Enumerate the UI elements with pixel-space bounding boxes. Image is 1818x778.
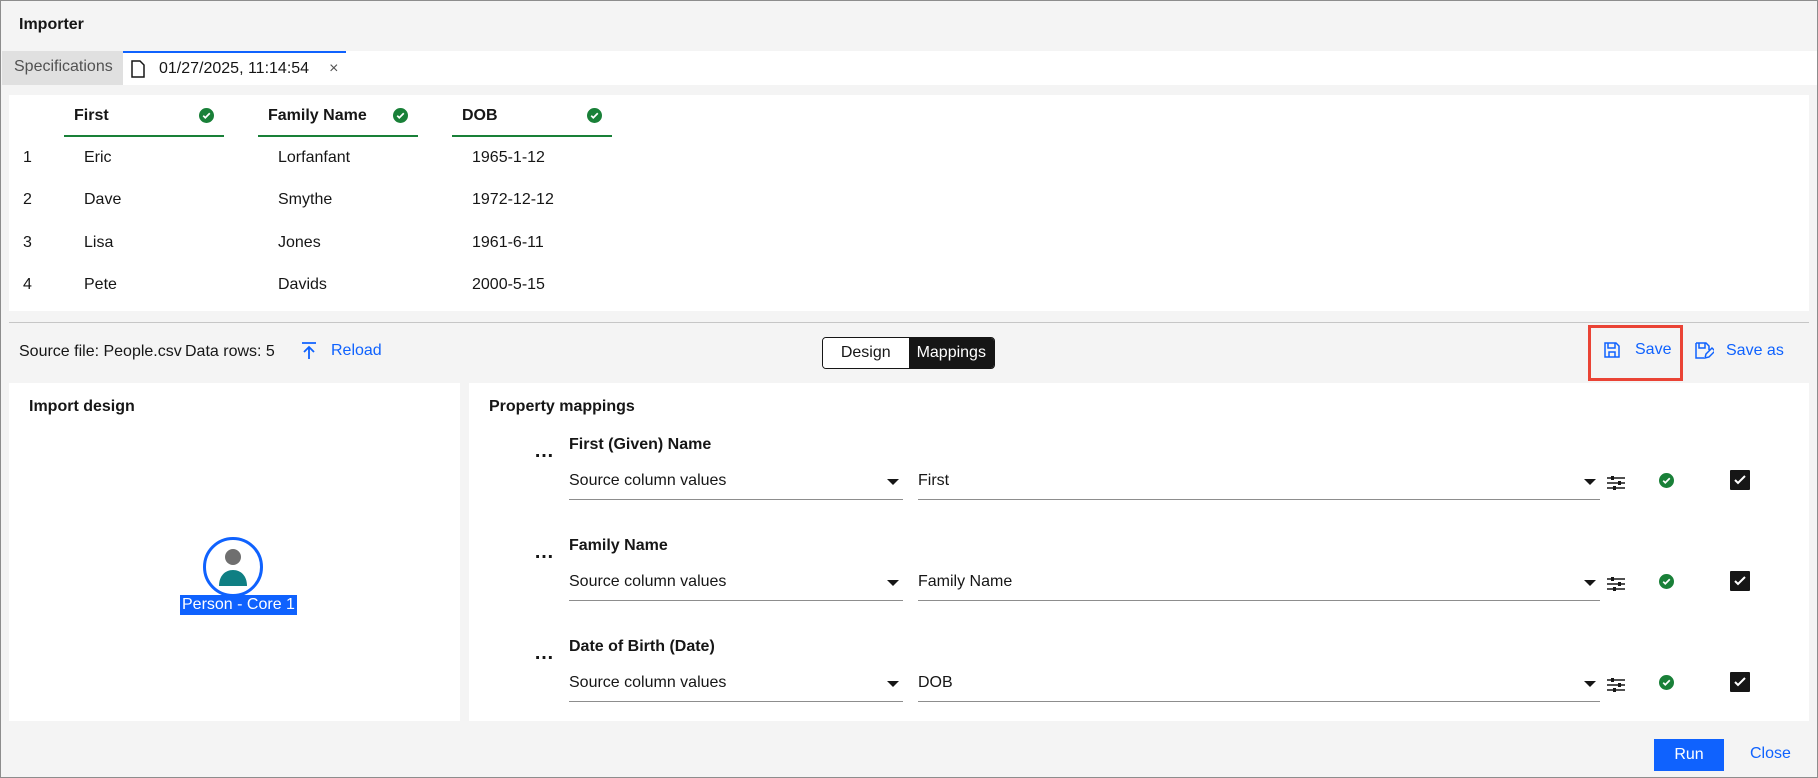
window-title: Importer [19, 16, 84, 33]
cell-first: Pete [84, 276, 117, 293]
more-options-icon[interactable]: … [534, 642, 555, 665]
document-icon [131, 60, 145, 78]
data-rows-text: Data rows: 5 [185, 343, 275, 360]
row-number: 4 [23, 276, 32, 293]
mapping-first-given-name: … First (Given) Name Source column value… [469, 436, 1809, 532]
source-type-value: Source column values [569, 572, 727, 590]
source-column-select[interactable]: Family Name [918, 563, 1600, 601]
chevron-down-icon [887, 681, 899, 687]
source-column-select[interactable]: First [918, 462, 1600, 500]
section-divider [9, 322, 1809, 323]
mapping-family-name: … Family Name Source column values Famil… [469, 537, 1809, 633]
chevron-down-icon [1584, 580, 1596, 586]
chevron-down-icon [887, 580, 899, 586]
view-toggle: Design Mappings [822, 337, 995, 369]
check-circle-icon [1659, 473, 1674, 488]
sliders-icon[interactable] [1607, 476, 1625, 490]
column-header-label: DOB [462, 107, 498, 124]
close-button[interactable]: Close [1750, 745, 1791, 763]
source-column-value: Family Name [918, 572, 1013, 590]
mappings-toggle-button[interactable]: Mappings [908, 338, 994, 368]
import-design-panel: Import design Person - Core 1 [9, 383, 460, 721]
source-type-select[interactable]: Source column values [569, 563, 903, 601]
checkmark-icon [1734, 576, 1746, 586]
data-preview-table: First Family Name DOB 1 Eric Lorfanfant … [9, 95, 1809, 311]
chevron-down-icon [1584, 479, 1596, 485]
mapping-date-of-birth: … Date of Birth (Date) Source column val… [469, 638, 1809, 734]
cell-first: Lisa [84, 234, 114, 251]
cell-family-name: Smythe [278, 191, 333, 208]
reload-label: Reload [331, 342, 382, 359]
source-column-value: First [918, 471, 950, 489]
run-button[interactable]: Run [1654, 739, 1724, 771]
sliders-icon[interactable] [1607, 678, 1625, 692]
cell-family-name: Davids [278, 276, 327, 293]
chevron-down-icon [887, 479, 899, 485]
mapping-enabled-checkbox[interactable] [1730, 571, 1750, 591]
check-circle-icon [1659, 574, 1674, 589]
mapping-property-name: Family Name [569, 537, 668, 554]
reload-button[interactable]: Reload [300, 341, 382, 361]
save-as-icon [1695, 342, 1714, 360]
check-circle-icon [587, 108, 602, 123]
column-header-first[interactable]: First [64, 95, 224, 137]
source-column-value: DOB [918, 673, 953, 691]
cell-dob: 2000-5-15 [472, 276, 545, 293]
person-node[interactable] [203, 537, 263, 597]
save-button[interactable]: Save [1603, 341, 1671, 359]
upload-icon [302, 342, 316, 359]
check-circle-icon [1659, 675, 1674, 690]
source-type-value: Source column values [569, 471, 727, 489]
checkmark-icon [1734, 677, 1746, 687]
mapping-property-name: Date of Birth (Date) [569, 638, 715, 655]
save-label: Save [1635, 341, 1672, 358]
save-icon [1604, 342, 1620, 358]
property-mappings-panel: Property mappings … First (Given) Name S… [469, 383, 1809, 721]
save-as-button[interactable]: Save as [1694, 341, 1784, 361]
check-circle-icon [393, 108, 408, 123]
column-header-label: First [74, 107, 109, 124]
mapping-property-name: First (Given) Name [569, 436, 712, 453]
person-icon [219, 549, 247, 586]
source-type-select[interactable]: Source column values [569, 462, 903, 500]
cell-first: Dave [84, 191, 122, 208]
mapping-enabled-checkbox[interactable] [1730, 672, 1750, 692]
cell-family-name: Jones [278, 234, 321, 251]
column-header-label: Family Name [268, 107, 367, 124]
cell-dob: 1965-1-12 [472, 149, 545, 166]
importer-window: Importer Specifications 01/27/2025, 11:1… [0, 0, 1818, 778]
check-circle-icon [199, 108, 214, 123]
row-number: 3 [23, 234, 32, 251]
close-tab-icon[interactable]: × [329, 60, 338, 78]
import-design-title: Import design [29, 398, 135, 415]
row-number: 1 [23, 149, 32, 166]
tab-import-run[interactable]: 01/27/2025, 11:14:54 × [123, 51, 346, 85]
property-mappings-title: Property mappings [489, 398, 635, 415]
source-type-value: Source column values [569, 673, 727, 691]
mapping-enabled-checkbox[interactable] [1730, 470, 1750, 490]
cell-family-name: Lorfanfant [278, 149, 351, 166]
source-type-select[interactable]: Source column values [569, 664, 903, 702]
source-column-select[interactable]: DOB [918, 664, 1600, 702]
source-file-text: Source file: People.csv [19, 343, 182, 360]
tab-strip: Specifications 01/27/2025, 11:14:54 × [2, 51, 1817, 85]
chevron-down-icon [1584, 681, 1596, 687]
sliders-icon[interactable] [1607, 577, 1625, 591]
cell-dob: 1972-12-12 [472, 191, 554, 208]
column-header-dob[interactable]: DOB [452, 95, 612, 137]
checkmark-icon [1734, 475, 1746, 485]
design-toggle-button[interactable]: Design [823, 338, 909, 368]
tab-import-run-label: 01/27/2025, 11:14:54 [159, 60, 310, 77]
more-options-icon[interactable]: … [534, 541, 555, 564]
cell-first: Eric [84, 149, 112, 166]
row-number: 2 [23, 191, 32, 208]
column-header-family-name[interactable]: Family Name [258, 95, 418, 137]
cell-dob: 1961-6-11 [472, 234, 544, 251]
more-options-icon[interactable]: … [534, 440, 555, 463]
tab-specifications[interactable]: Specifications [2, 51, 123, 85]
person-node-label[interactable]: Person - Core 1 [180, 595, 297, 615]
save-as-label: Save as [1726, 342, 1784, 359]
